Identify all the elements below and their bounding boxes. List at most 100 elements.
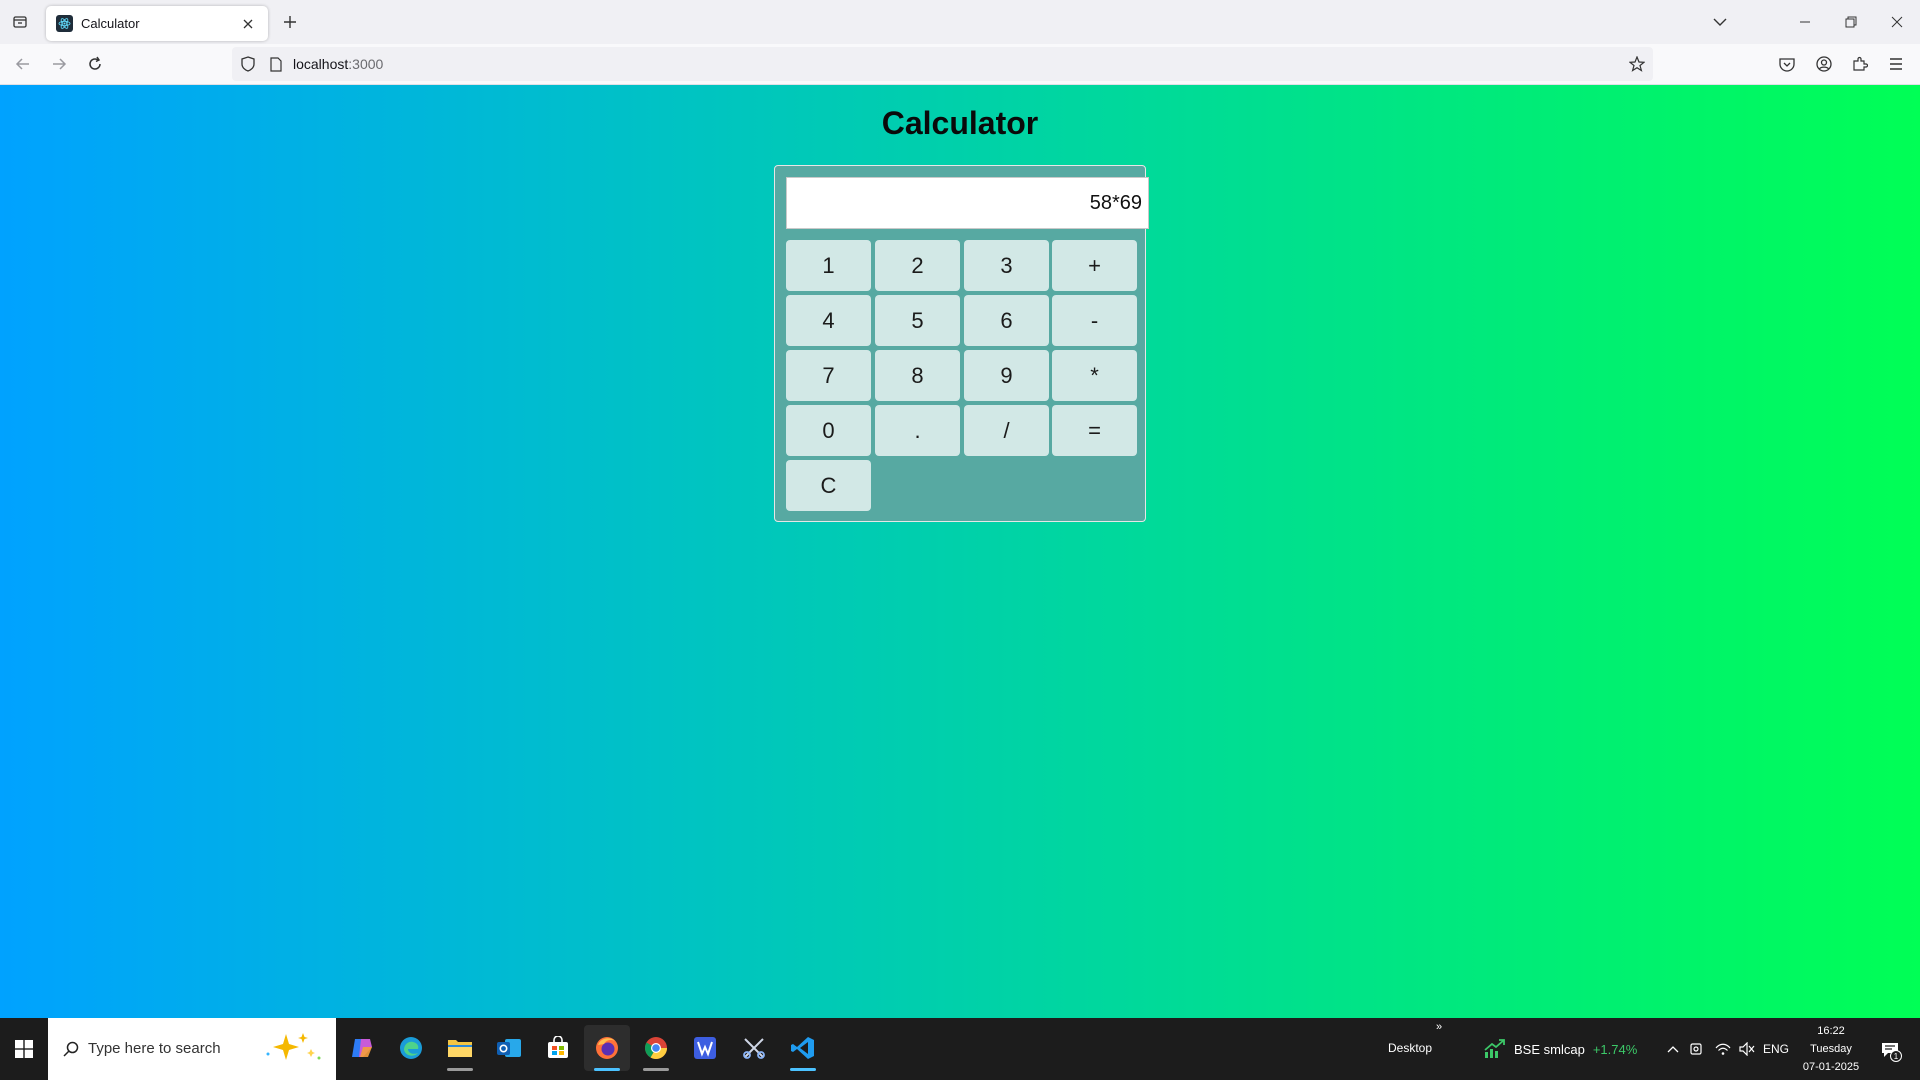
calculator-display[interactable]: 58*69 bbox=[786, 177, 1149, 229]
back-button[interactable] bbox=[8, 49, 38, 79]
react-favicon-icon bbox=[56, 15, 73, 32]
chevron-down-icon bbox=[1713, 18, 1727, 26]
input-language[interactable]: ENG bbox=[1763, 1042, 1789, 1056]
tray-network-icon[interactable] bbox=[1713, 1039, 1733, 1059]
desktop-toolbar-label[interactable]: Desktop bbox=[1388, 1041, 1432, 1055]
windows-logo-icon bbox=[15, 1040, 33, 1058]
key-3[interactable]: 3 bbox=[964, 240, 1049, 291]
clock-day: Tuesday bbox=[1810, 1043, 1852, 1055]
calculator-panel: 58*69 1 2 3 + 4 5 6 - 7 8 9 * 0 . / = C bbox=[774, 165, 1149, 522]
tray-meet-icon[interactable] bbox=[1687, 1039, 1707, 1059]
key-4[interactable]: 4 bbox=[786, 295, 871, 346]
recent-tabs-button[interactable] bbox=[6, 8, 34, 36]
search-placeholder: Type here to search bbox=[88, 1040, 221, 1057]
camera-icon bbox=[1690, 1043, 1702, 1055]
bookmark-star-icon[interactable] bbox=[1627, 54, 1647, 74]
reload-button[interactable] bbox=[80, 49, 110, 79]
address-bar[interactable]: localhost:3000 bbox=[232, 47, 1653, 81]
wifi-icon bbox=[1715, 1043, 1731, 1055]
chrome-icon bbox=[645, 1037, 667, 1059]
toolbar-overflow-chevron[interactable]: » bbox=[1436, 1021, 1442, 1033]
minimize-button[interactable] bbox=[1782, 0, 1828, 44]
store-icon bbox=[548, 1036, 568, 1058]
key-9[interactable]: 9 bbox=[964, 350, 1049, 401]
tray-volume-icon[interactable] bbox=[1737, 1039, 1757, 1059]
key-0[interactable]: 0 bbox=[786, 405, 871, 456]
stock-widget[interactable]: BSE smlcap +1.74% bbox=[1484, 1035, 1637, 1063]
taskbar-copilot[interactable] bbox=[339, 1025, 385, 1071]
tracking-protection-icon[interactable] bbox=[238, 54, 258, 74]
browser-tab-bar: Calculator bbox=[0, 0, 1920, 44]
taskbar-visual-studio[interactable] bbox=[682, 1025, 728, 1071]
key-8[interactable]: 8 bbox=[875, 350, 960, 401]
taskbar-vscode[interactable] bbox=[780, 1025, 826, 1071]
start-button[interactable] bbox=[0, 1018, 48, 1080]
browser-tab[interactable]: Calculator bbox=[46, 6, 268, 41]
speaker-muted-icon bbox=[1739, 1042, 1755, 1056]
running-indicator bbox=[447, 1068, 473, 1071]
key-7[interactable]: 7 bbox=[786, 350, 871, 401]
sparkle-icon bbox=[266, 1033, 321, 1060]
taskbar-chrome[interactable] bbox=[633, 1025, 679, 1071]
page-info-icon[interactable] bbox=[266, 54, 286, 74]
url-port: :3000 bbox=[348, 56, 384, 72]
page-viewport: Calculator 58*69 1 2 3 + 4 5 6 - 7 8 9 *… bbox=[0, 85, 1920, 1018]
running-indicator bbox=[790, 1068, 816, 1071]
new-tab-button[interactable] bbox=[276, 8, 304, 36]
visual-studio-icon bbox=[694, 1037, 716, 1059]
copilot-icon bbox=[352, 1039, 372, 1057]
taskbar-snipping-tool[interactable] bbox=[731, 1025, 777, 1071]
key-minus[interactable]: - bbox=[1052, 295, 1137, 346]
key-multiply[interactable]: * bbox=[1052, 350, 1137, 401]
system-clock[interactable]: 16:22 Tuesday 07-01-2025 bbox=[1790, 1022, 1872, 1076]
close-window-button[interactable] bbox=[1874, 0, 1920, 44]
outlook-icon bbox=[497, 1039, 521, 1057]
stock-change: +1.74% bbox=[1592, 1041, 1638, 1057]
notification-badge: 1 bbox=[1890, 1050, 1902, 1062]
extensions-button[interactable] bbox=[1845, 49, 1875, 79]
key-2[interactable]: 2 bbox=[875, 240, 960, 291]
url-host: localhost bbox=[293, 56, 349, 72]
stock-label: BSE smlcap bbox=[1514, 1041, 1585, 1057]
key-1[interactable]: 1 bbox=[786, 240, 871, 291]
list-all-tabs-button[interactable] bbox=[1706, 8, 1734, 36]
tab-close-icon[interactable] bbox=[238, 14, 258, 34]
chevron-up-icon bbox=[1667, 1046, 1679, 1053]
restore-button[interactable] bbox=[1828, 0, 1874, 44]
pocket-button[interactable] bbox=[1772, 49, 1802, 79]
notification-center-button[interactable]: 1 bbox=[1874, 1035, 1906, 1065]
arrow-left-icon bbox=[15, 58, 29, 70]
taskbar-file-explorer[interactable] bbox=[437, 1025, 483, 1071]
scissors-icon bbox=[743, 1038, 765, 1059]
key-decimal[interactable]: . bbox=[875, 405, 960, 456]
tab-title: Calculator bbox=[81, 16, 140, 31]
taskbar-store[interactable] bbox=[535, 1025, 581, 1071]
search-icon bbox=[60, 1038, 82, 1060]
clock-time: 16:22 bbox=[1817, 1025, 1845, 1037]
hamburger-menu-icon bbox=[1890, 58, 1902, 70]
taskbar-firefox[interactable] bbox=[584, 1025, 630, 1071]
forward-button[interactable] bbox=[44, 49, 74, 79]
taskbar-outlook[interactable] bbox=[486, 1025, 532, 1071]
show-hidden-icons-button[interactable] bbox=[1663, 1039, 1683, 1059]
browser-nav-bar: localhost:3000 bbox=[0, 44, 1920, 85]
menu-button[interactable] bbox=[1881, 49, 1911, 79]
account-button[interactable] bbox=[1809, 49, 1839, 79]
pocket-icon bbox=[1779, 57, 1795, 72]
key-6[interactable]: 6 bbox=[964, 295, 1049, 346]
active-indicator bbox=[594, 1068, 620, 1071]
taskbar: Type here to search » Desktop BSE smlcap… bbox=[0, 1018, 1920, 1080]
key-5[interactable]: 5 bbox=[875, 295, 960, 346]
page-title: Calculator bbox=[881, 105, 1039, 141]
key-divide[interactable]: / bbox=[964, 405, 1049, 456]
running-indicator bbox=[643, 1068, 669, 1071]
key-clear[interactable]: C bbox=[786, 460, 871, 511]
firefox-icon bbox=[596, 1037, 618, 1059]
tabs-icon bbox=[13, 16, 27, 28]
key-equals[interactable]: = bbox=[1052, 405, 1137, 456]
restore-icon bbox=[1845, 16, 1857, 28]
taskbar-edge[interactable] bbox=[388, 1025, 434, 1071]
key-plus[interactable]: + bbox=[1052, 240, 1137, 291]
arrow-right-icon bbox=[53, 58, 67, 70]
taskbar-search-box[interactable]: Type here to search bbox=[48, 1018, 336, 1080]
